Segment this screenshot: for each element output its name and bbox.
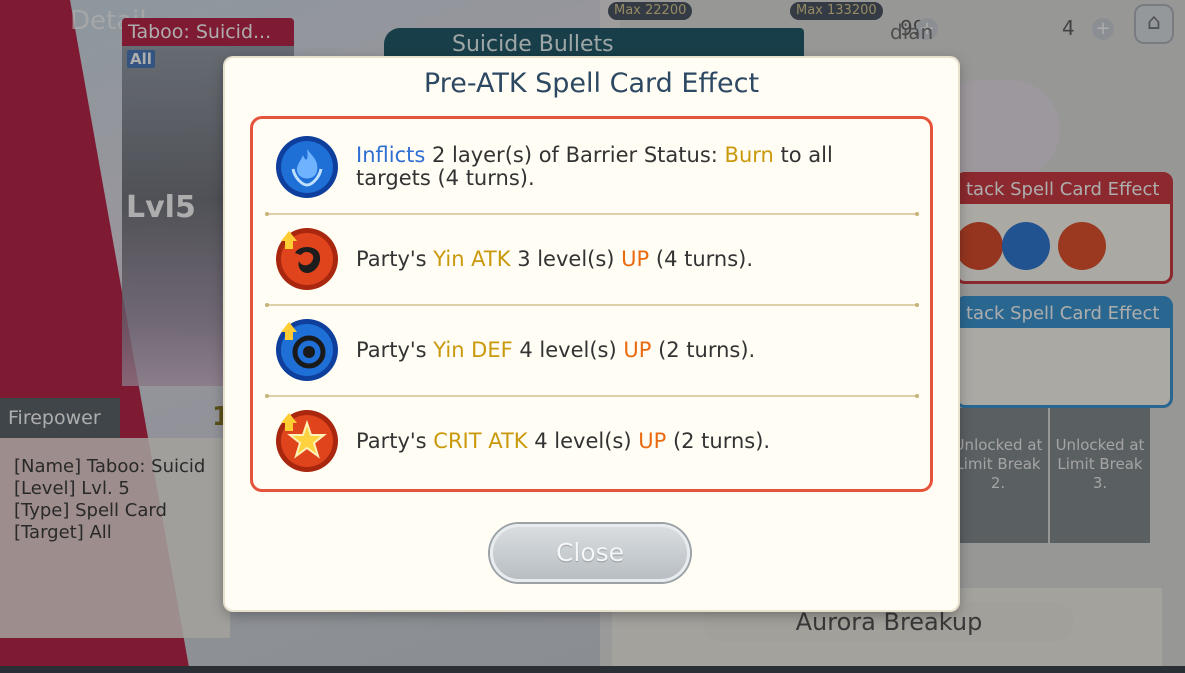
effect-row: Party's CRIT ATK 4 level(s) UP (2 turns)…	[253, 395, 930, 485]
effect-part: Party's	[356, 429, 434, 453]
effect-part: 4 level(s)	[512, 338, 624, 362]
effect-part: 4 level(s)	[527, 429, 639, 453]
effect-part: UP	[623, 338, 652, 362]
effect-part: Burn	[724, 143, 774, 167]
effect-part: (4 turns).	[649, 247, 754, 271]
burn-barrier-icon	[275, 135, 339, 199]
effect-part: Yin DEF	[433, 338, 513, 362]
effect-part: UP	[638, 429, 667, 453]
effect-part: Party's	[356, 247, 434, 271]
yin-def-up-icon	[275, 318, 339, 382]
crit-atk-up-icon	[275, 409, 339, 473]
effect-text: Inflicts 2 layer(s) of Barrier Status: B…	[356, 144, 896, 190]
effect-part: CRIT ATK	[433, 429, 528, 453]
yin-atk-up-icon	[275, 227, 339, 291]
effect-part: 3 level(s)	[510, 247, 622, 271]
effect-part: (2 turns).	[666, 429, 771, 453]
effect-row: Party's Yin DEF 4 level(s) UP (2 turns).	[253, 304, 930, 394]
effect-list: Inflicts 2 layer(s) of Barrier Status: B…	[250, 116, 933, 492]
effect-text: Party's Yin DEF 4 level(s) UP (2 turns).	[356, 339, 896, 362]
effect-part: Party's	[356, 338, 434, 362]
effect-text: Party's Yin ATK 3 level(s) UP (4 turns).	[356, 248, 896, 271]
effect-part: (2 turns).	[651, 338, 756, 362]
effect-part: Inflicts	[356, 143, 426, 167]
close-button[interactable]: Close	[490, 524, 690, 582]
effect-part: Yin ATK	[433, 247, 511, 271]
effect-row: Inflicts 2 layer(s) of Barrier Status: B…	[253, 121, 930, 211]
spell-effect-dialog: Pre-ATK Spell Card Effect Inflicts 2 lay…	[225, 58, 958, 610]
effect-row: Party's Yin ATK 3 level(s) UP (4 turns).	[253, 213, 930, 303]
effect-part: UP	[621, 247, 650, 271]
dialog-title: Pre-ATK Spell Card Effect	[423, 68, 760, 99]
effect-part: 2 layer(s) of Barrier Status:	[425, 143, 725, 167]
effect-text: Party's CRIT ATK 4 level(s) UP (2 turns)…	[356, 430, 896, 453]
